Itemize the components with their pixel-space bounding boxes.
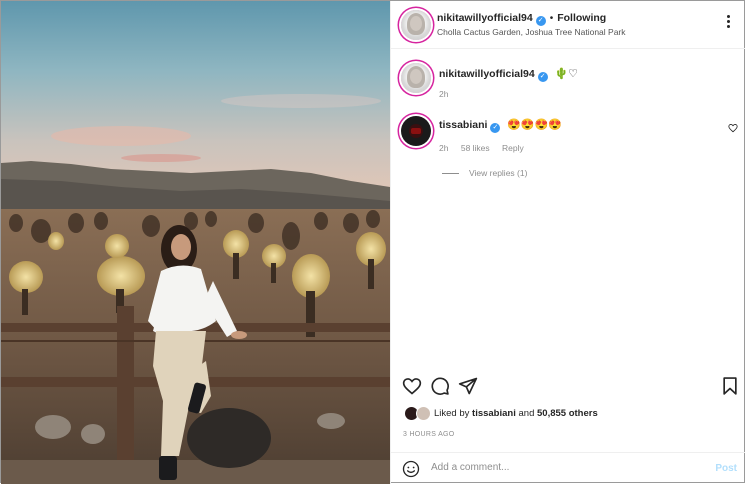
likes-prefix: Liked by xyxy=(434,408,470,419)
post-modal: nikitawillyofficial94 ✓ • Following Cholla … xyxy=(0,0,745,484)
post-timestamp[interactable]: 3 HOURS AGO xyxy=(403,431,455,438)
comment-text: 😍😍😍😍 xyxy=(507,119,563,131)
post-photo[interactable] xyxy=(1,1,390,484)
following-button[interactable]: Following xyxy=(557,12,606,24)
likes-text: Liked by tissabiani and 50,855 others xyxy=(434,408,598,419)
comment-text-row: tissabiani ✓ 😍😍😍😍 xyxy=(439,118,562,133)
bookmark-icon[interactable] xyxy=(720,376,740,396)
header-title-row: nikitawillyofficial94 ✓ • Following xyxy=(437,12,606,26)
comment-input[interactable] xyxy=(431,462,701,473)
post-comment-button[interactable]: Post xyxy=(715,463,737,474)
author-avatar[interactable] xyxy=(401,10,431,40)
caption-meta: 2h xyxy=(439,89,458,99)
comment-likes-count[interactable]: 58 likes xyxy=(461,143,490,153)
verified-badge-icon: ✓ xyxy=(490,123,501,133)
photo-image xyxy=(1,1,390,484)
paper-plane-icon[interactable] xyxy=(458,376,478,396)
location-link[interactable]: Cholla Cactus Garden, Joshua Tree Nation… xyxy=(437,27,626,37)
view-replies-button[interactable]: View replies (1) xyxy=(442,168,527,178)
avatar-mouth xyxy=(411,128,421,134)
likes-others[interactable]: 50,855 others xyxy=(537,408,598,419)
verified-badge-icon: ✓ xyxy=(535,16,546,26)
add-comment-bar: Post xyxy=(391,452,745,484)
action-bar xyxy=(391,376,745,398)
post-details-panel: nikitawillyofficial94 ✓ • Following Cholla … xyxy=(390,1,745,484)
commenter-avatar[interactable] xyxy=(401,116,431,146)
view-replies-label: View replies (1) xyxy=(469,168,528,178)
caption-author-avatar[interactable] xyxy=(401,63,431,93)
caption-time[interactable]: 2h xyxy=(439,89,448,99)
likes-joiner: and xyxy=(518,408,535,419)
comment-like-heart-icon[interactable] xyxy=(728,123,738,133)
separator-dot: • xyxy=(549,13,554,24)
liker-avatar xyxy=(416,406,431,421)
likes-user[interactable]: tissabiani xyxy=(472,408,516,419)
commenter-username[interactable]: tissabiani xyxy=(439,119,487,131)
comment-meta: 2h 58 likes Reply xyxy=(439,143,534,153)
smiley-icon[interactable] xyxy=(402,460,420,478)
verified-badge-icon: ✓ xyxy=(537,72,548,82)
heart-icon[interactable] xyxy=(402,376,422,396)
caption-text-row: nikitawillyofficial94 ✓ 🌵♡ xyxy=(439,67,578,82)
avatar-face xyxy=(410,16,422,31)
comment-time[interactable]: 2h xyxy=(439,143,448,153)
author-username[interactable]: nikitawillyofficial94 xyxy=(437,12,533,24)
caption-author-username[interactable]: nikitawillyofficial94 xyxy=(439,68,535,80)
more-options-icon[interactable] xyxy=(719,13,737,31)
comment-bubble-icon[interactable] xyxy=(430,376,450,396)
post-header: nikitawillyofficial94 ✓ • Following Cholla … xyxy=(391,1,745,49)
replies-line xyxy=(442,173,459,175)
caption-text: 🌵♡ xyxy=(554,68,579,80)
avatar-face xyxy=(410,69,422,84)
reply-button[interactable]: Reply xyxy=(502,143,524,153)
